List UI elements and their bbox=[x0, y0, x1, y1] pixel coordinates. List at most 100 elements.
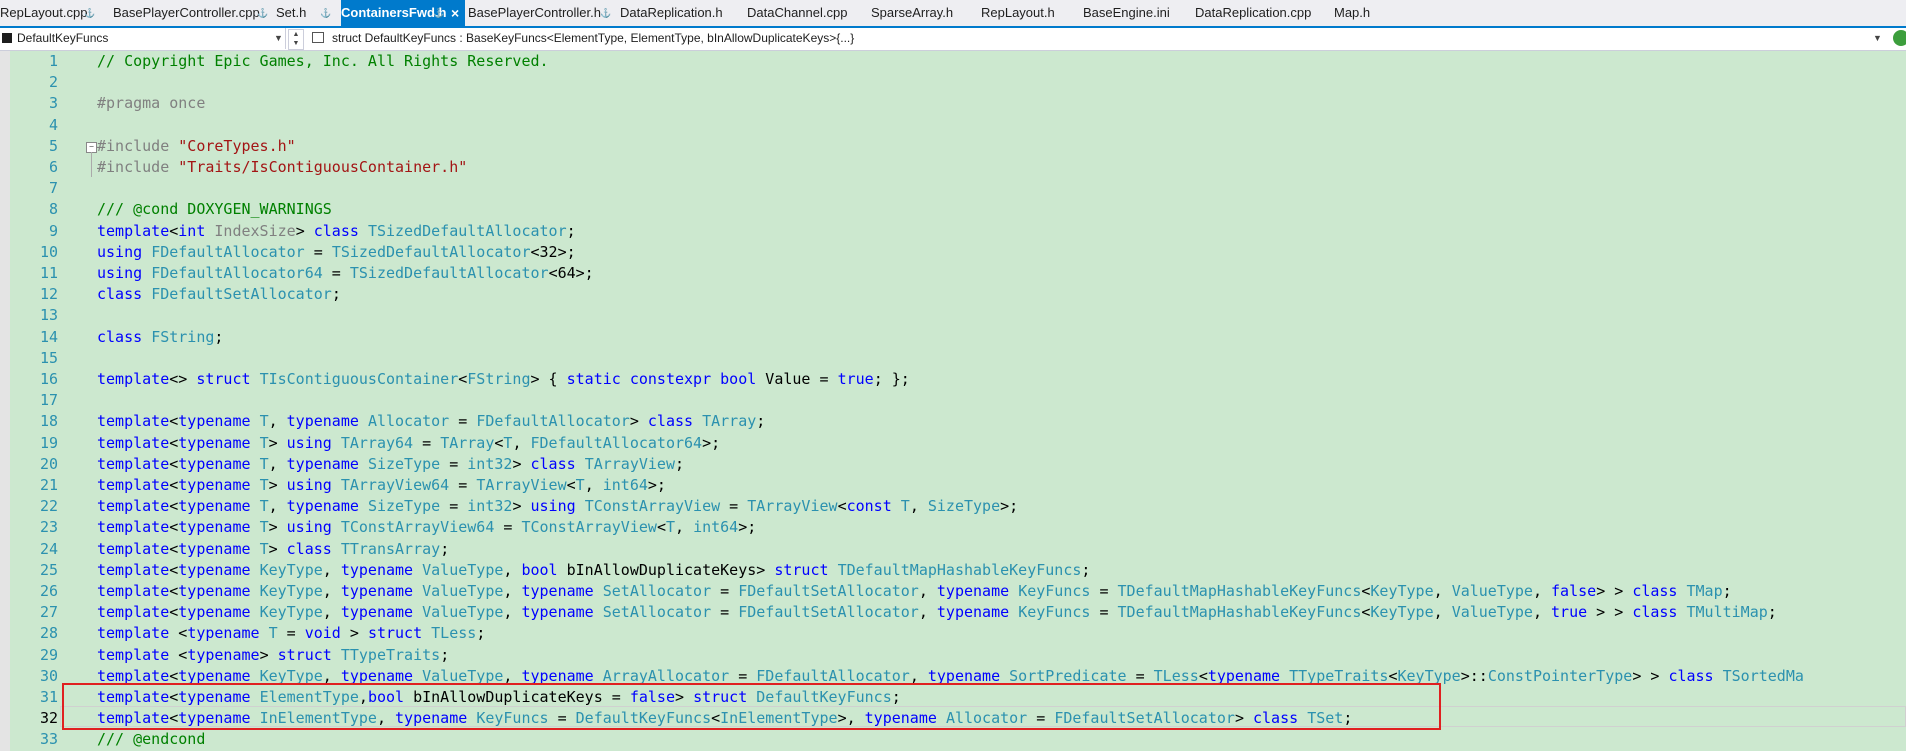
tab-baseplayercontroller-h[interactable]: BasePlayerController.h ⚓ bbox=[468, 0, 616, 26]
code-line[interactable]: 17 bbox=[0, 390, 1906, 411]
code-line[interactable]: 21 template<typename T> using TArrayView6… bbox=[0, 475, 1906, 496]
code-line[interactable]: 3 #pragma once bbox=[0, 93, 1906, 114]
code-token: constexpr bbox=[629, 370, 712, 388]
pin-icon[interactable]: ⚓ bbox=[84, 0, 95, 26]
code-token: T bbox=[259, 497, 269, 516]
code-line[interactable]: 14 class FString; bbox=[0, 327, 1906, 348]
code-line[interactable]: 8 /// @cond DOXYGEN_WARNINGS bbox=[0, 199, 1906, 220]
tab-datachannel-cpp[interactable]: DataChannel.cpp bbox=[747, 0, 867, 26]
code-line[interactable]: 1 // Copyright Epic Games, Inc. All Right… bbox=[0, 51, 1906, 72]
code-text: /// @endcond bbox=[97, 729, 205, 750]
code-line[interactable]: 19 template<typename T> using TArray64 = … bbox=[0, 433, 1906, 454]
tab-label: Map.h bbox=[1334, 5, 1371, 20]
code-text: using FDefaultAllocator64 = TSizedDefaul… bbox=[97, 263, 594, 284]
code-token: FString bbox=[467, 370, 531, 388]
tab-set-h[interactable]: Set.h ⚓ bbox=[276, 0, 336, 26]
code-text: template<typename T> class TTransArray; bbox=[97, 539, 449, 560]
code-line[interactable]: 13 bbox=[0, 305, 1906, 326]
code-line[interactable]: 27 template<typename KeyType, typename Va… bbox=[0, 602, 1906, 623]
code-line[interactable]: 12 class FDefaultSetAllocator; bbox=[0, 284, 1906, 305]
tab-label: DataChannel.cpp bbox=[747, 5, 848, 20]
code-text: #include "Traits/IsContiguousContainer.h… bbox=[97, 157, 467, 178]
code-token: typename bbox=[178, 603, 251, 622]
pin-icon[interactable]: ⚓ bbox=[320, 0, 331, 26]
code-line[interactable]: 4 bbox=[0, 115, 1906, 136]
code-editor[interactable]: 1 // Copyright Epic Games, Inc. All Right… bbox=[0, 51, 1906, 751]
code-line[interactable]: 10 using FDefaultAllocator = TSizedDefaul… bbox=[0, 242, 1906, 263]
code-line[interactable]: 15 bbox=[0, 348, 1906, 369]
code-token: TArrayView bbox=[747, 497, 838, 516]
code-line[interactable]: 29 template <typename> struct TTypeTraits… bbox=[0, 645, 1906, 666]
code-token: SizeType bbox=[367, 497, 441, 516]
pin-icon[interactable]: ⚓ bbox=[600, 0, 611, 26]
code-token: template bbox=[97, 454, 170, 473]
code-token: ; bbox=[566, 221, 576, 240]
code-line[interactable]: 33 /// @endcond bbox=[0, 729, 1906, 750]
chevron-down-icon[interactable]: ▼ bbox=[1873, 33, 1882, 43]
code-token: < bbox=[169, 221, 179, 240]
code-line[interactable]: 23 template<typename T> using TConstArray… bbox=[0, 517, 1906, 538]
code-token: ValueType bbox=[422, 560, 504, 579]
code-token: , bbox=[1433, 582, 1452, 600]
code-token: ValueType bbox=[422, 603, 504, 622]
code-token: < bbox=[169, 454, 179, 473]
code-line[interactable]: 20 template<typename T, typename SizeType… bbox=[0, 454, 1906, 475]
code-line[interactable]: 9 template<int IndexSize> class TSizedDef… bbox=[0, 221, 1906, 242]
code-token: ; bbox=[440, 645, 450, 664]
close-icon[interactable]: × bbox=[451, 0, 459, 26]
code-line[interactable]: 11 using FDefaultAllocator64 = TSizedDefa… bbox=[0, 263, 1906, 284]
code-token: FDefaultSetAllocator bbox=[738, 603, 919, 622]
code-token: TConstArrayView bbox=[521, 518, 657, 537]
code-line[interactable]: 6 #include "Traits/IsContiguousContainer.… bbox=[0, 157, 1906, 178]
code-token: < bbox=[169, 518, 179, 537]
tab-baseengine-ini[interactable]: BaseEngine.ini bbox=[1083, 0, 1193, 26]
code-line[interactable]: 7 bbox=[0, 178, 1906, 199]
code-token: T bbox=[259, 412, 269, 431]
pin-icon[interactable]: ⚓ bbox=[433, 0, 444, 26]
pin-icon[interactable]: ⚓ bbox=[257, 0, 268, 26]
tab-map-h[interactable]: Map.h bbox=[1334, 0, 1404, 26]
code-token: <32>; bbox=[530, 242, 576, 261]
code-line[interactable]: 5 #include "CoreTypes.h" bbox=[0, 136, 1906, 157]
code-token: ConstPointerType bbox=[1487, 666, 1633, 685]
tab-replayout-cpp[interactable]: RepLayout.cpp ⚓ bbox=[0, 0, 100, 26]
code-token: TArray bbox=[440, 433, 495, 452]
code-token: , bbox=[503, 560, 522, 579]
code-token: using bbox=[286, 476, 332, 494]
splitter-spinner[interactable]: ▲ ▼ bbox=[288, 29, 304, 50]
tab-sparsearray-h[interactable]: SparseArray.h bbox=[871, 0, 979, 26]
tab-datareplication-h[interactable]: DataReplication.h bbox=[620, 0, 746, 26]
code-token: class bbox=[1668, 666, 1714, 685]
line-number: 10 bbox=[39, 242, 58, 261]
code-token: #include bbox=[97, 158, 179, 176]
code-line[interactable]: 2 bbox=[0, 72, 1906, 93]
tab-containersfwd-h[interactable]: ContainersFwd.h ⚓ × bbox=[341, 0, 465, 26]
tab-datareplication-cpp[interactable]: DataReplication.cpp bbox=[1195, 0, 1331, 26]
code-line[interactable]: 24 template<typename T> class TTransArray… bbox=[0, 539, 1906, 560]
code-token: , bbox=[322, 560, 341, 579]
highlight-box bbox=[62, 683, 1441, 730]
code-line[interactable]: 16 template<> struct TIsContiguousContain… bbox=[0, 369, 1906, 390]
code-token: = bbox=[449, 476, 477, 494]
refresh-icon[interactable] bbox=[1893, 30, 1906, 46]
code-line[interactable]: 22 template<typename T, typename SizeType… bbox=[0, 496, 1906, 517]
line-number: 31 bbox=[39, 688, 58, 706]
code-text: class FString; bbox=[97, 327, 223, 348]
code-line[interactable]: 25 template<typename KeyType, typename Va… bbox=[0, 560, 1906, 581]
code-token: using bbox=[97, 264, 143, 282]
tab-baseplayercontroller-cpp[interactable]: BasePlayerController.cpp ⚓ bbox=[113, 0, 273, 26]
code-token: const bbox=[846, 497, 892, 516]
chevron-down-icon[interactable]: ▼ bbox=[274, 33, 283, 43]
tab-replayout-h[interactable]: RepLayout.h bbox=[981, 0, 1081, 26]
code-line[interactable]: 18 template<typename T, typename Allocato… bbox=[0, 411, 1906, 432]
member-dropdown[interactable]: struct DefaultKeyFuncs : BaseKeyFuncs<El… bbox=[308, 28, 1888, 49]
code-line[interactable]: 26 template<typename KeyType, typename Va… bbox=[0, 581, 1906, 602]
scope-dropdown[interactable]: DefaultKeyFuncs ▼ bbox=[0, 28, 286, 49]
code-line[interactable]: 28 template <typename T = void > struct T… bbox=[0, 623, 1906, 644]
